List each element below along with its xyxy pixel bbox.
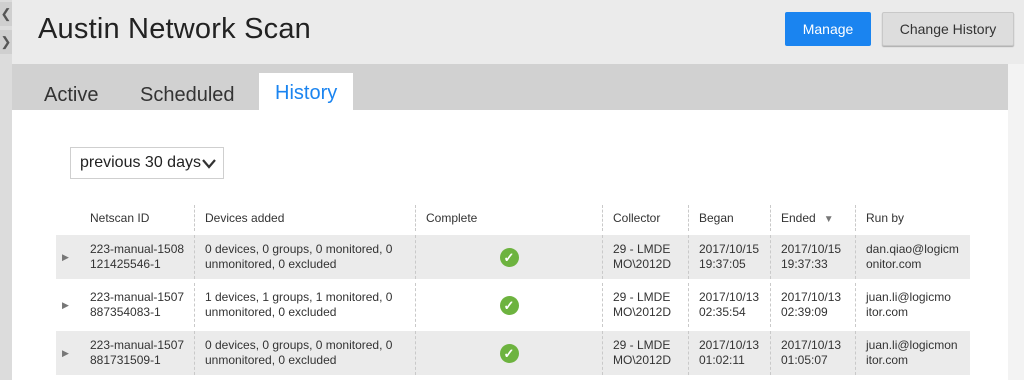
collector-line-2: MO\2012D	[613, 353, 672, 367]
collector-line-2: MO\2012D	[613, 305, 672, 319]
complete-cell: ✓	[415, 327, 603, 375]
began-date: 2017/10/15	[699, 242, 760, 256]
change-history-button[interactable]: Change History	[882, 12, 1014, 46]
caret-right-icon[interactable]: ▶	[56, 327, 80, 375]
ended-date: 2017/10/13	[781, 338, 842, 352]
netscan-id-line-2: 121425546-1	[90, 257, 161, 271]
run-by-cell: juan.li@logicmo itor.com	[855, 279, 970, 329]
run-by-line-2: onitor.com	[866, 257, 922, 271]
column-header-ended[interactable]: Ended ▼	[770, 205, 856, 233]
column-header-devices-added[interactable]: Devices added	[194, 205, 416, 233]
tab-history[interactable]: History	[259, 73, 354, 110]
complete-cell: ✓	[415, 231, 603, 281]
netscan-id-cell: 223-manual-1507 887354083-1	[80, 279, 195, 329]
ended-cell: 2017/10/13 01:05:07	[770, 327, 856, 375]
caret-right-icon[interactable]: ▶	[56, 279, 80, 329]
column-header-collector[interactable]: Collector	[602, 205, 689, 233]
devices-added-line-2: unmonitored, 0 excluded	[205, 257, 337, 271]
began-time: 01:02:11	[699, 353, 745, 367]
date-range-value: previous 30 days	[80, 154, 201, 171]
sort-desc-icon[interactable]: ▼	[824, 214, 834, 225]
collector-cell: 29 - LMDE MO\2012D	[602, 231, 689, 281]
netscan-id-line-2: 887354083-1	[90, 305, 161, 319]
run-by-cell: juan.li@logicmon itor.com	[855, 327, 970, 375]
manage-button[interactable]: Manage	[785, 12, 871, 46]
run-by-line-1: juan.li@logicmon	[866, 338, 958, 352]
column-header-netscan-id[interactable]: Netscan ID	[80, 205, 195, 233]
ended-time: 01:05:07	[781, 353, 828, 367]
devices-added-line-1: 1 devices, 1 groups, 1 monitored, 0	[205, 290, 393, 304]
ended-time: 19:37:33	[781, 257, 828, 271]
collector-line-1: 29 - LMDE	[613, 242, 671, 256]
netscan-history-table: Netscan ID Devices added Complete Collec…	[56, 205, 970, 375]
tab-active[interactable]: Active	[44, 80, 98, 110]
run-by-line-1: dan.qiao@logicm	[866, 242, 959, 256]
expand-column-header	[56, 205, 80, 233]
check-circle-icon: ✓	[499, 343, 519, 363]
began-time: 02:35:54	[699, 305, 746, 319]
ended-cell: 2017/10/15 19:37:33	[770, 231, 856, 281]
date-range-select[interactable]: previous 30 days	[70, 147, 224, 179]
netscan-id-line-1: 223-manual-1507	[90, 290, 185, 304]
check-circle-icon: ✓	[499, 247, 519, 267]
run-by-cell: dan.qiao@logicm onitor.com	[855, 231, 970, 281]
began-cell: 2017/10/15 19:37:05	[688, 231, 771, 281]
left-edge-strip	[0, 0, 12, 380]
page-title: Austin Network Scan	[38, 13, 311, 45]
began-cell: 2017/10/13 01:02:11	[688, 327, 771, 375]
netscan-id-cell: 223-manual-1508 121425546-1	[80, 231, 195, 281]
collector-line-1: 29 - LMDE	[613, 338, 671, 352]
caret-right-icon[interactable]: ▶	[56, 231, 80, 281]
collapse-left-icon[interactable]: ❮	[0, 2, 12, 26]
began-time: 19:37:05	[699, 257, 746, 271]
table-row[interactable]: ▶ 223-manual-1507 887354083-1 1 devices, …	[56, 279, 970, 329]
netscan-id-line-2: 881731509-1	[90, 353, 161, 367]
run-by-line-2: itor.com	[866, 353, 909, 367]
chevron-down-icon	[201, 149, 217, 189]
ended-date: 2017/10/13	[781, 290, 842, 304]
complete-cell: ✓	[415, 279, 603, 329]
tab-scheduled[interactable]: Scheduled	[140, 80, 235, 110]
netscan-id-cell: 223-manual-1507 881731509-1	[80, 327, 195, 375]
column-header-run-by[interactable]: Run by	[855, 205, 970, 233]
collector-cell: 29 - LMDE MO\2012D	[602, 327, 689, 375]
devices-added-line-2: unmonitored, 0 excluded	[205, 353, 337, 367]
collector-line-1: 29 - LMDE	[613, 290, 671, 304]
right-edge-strip	[1008, 64, 1024, 380]
netscan-id-line-1: 223-manual-1507	[90, 338, 185, 352]
devices-added-cell: 0 devices, 0 groups, 0 monitored, 0 unmon…	[194, 327, 416, 375]
check-circle-icon: ✓	[499, 295, 519, 315]
expand-right-icon[interactable]: ❯	[0, 30, 12, 54]
column-header-began[interactable]: Began	[688, 205, 771, 233]
ended-date: 2017/10/15	[781, 242, 842, 256]
devices-added-line-2: unmonitored, 0 excluded	[205, 305, 337, 319]
tab-bar: Active Scheduled History	[12, 64, 1008, 110]
run-by-line-1: juan.li@logicmo	[866, 290, 951, 304]
devices-added-cell: 1 devices, 1 groups, 1 monitored, 0 unmon…	[194, 279, 416, 329]
devices-added-line-1: 0 devices, 0 groups, 0 monitored, 0	[205, 242, 393, 256]
netscan-id-line-1: 223-manual-1508	[90, 242, 185, 256]
ended-cell: 2017/10/13 02:39:09	[770, 279, 856, 329]
began-date: 2017/10/13	[699, 290, 760, 304]
ended-time: 02:39:09	[781, 305, 828, 319]
page-header: Austin Network Scan Manage Change Histor…	[12, 0, 1024, 64]
column-header-ended-label: Ended	[781, 211, 816, 225]
table-row[interactable]: ▶ 223-manual-1508 121425546-1 0 devices, …	[56, 231, 970, 281]
began-cell: 2017/10/13 02:35:54	[688, 279, 771, 329]
table-row[interactable]: ▶ 223-manual-1507 881731509-1 0 devices, …	[56, 327, 970, 375]
devices-added-cell: 0 devices, 0 groups, 0 monitored, 0 unmon…	[194, 231, 416, 281]
table-header-row: Netscan ID Devices added Complete Collec…	[56, 205, 970, 233]
column-header-complete[interactable]: Complete	[415, 205, 603, 233]
collector-cell: 29 - LMDE MO\2012D	[602, 279, 689, 329]
collector-line-2: MO\2012D	[613, 257, 672, 271]
began-date: 2017/10/13	[699, 338, 760, 352]
run-by-line-2: itor.com	[866, 305, 909, 319]
devices-added-line-1: 0 devices, 0 groups, 0 monitored, 0	[205, 338, 393, 352]
